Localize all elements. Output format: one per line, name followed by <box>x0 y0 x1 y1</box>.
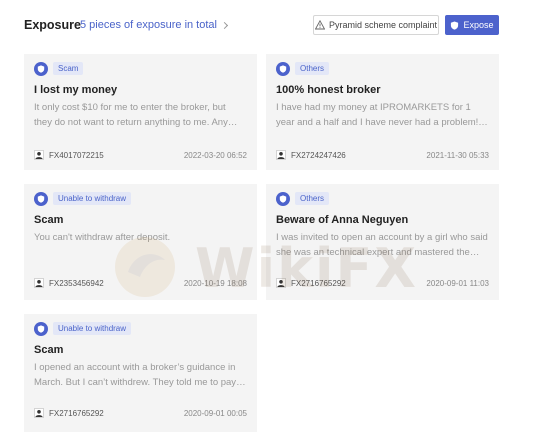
user-avatar-icon <box>34 150 44 160</box>
card-footer: FX2353456942 2020-10-19 18:08 <box>34 277 247 289</box>
user-avatar-icon <box>34 278 44 288</box>
username: FX2716765292 <box>291 278 346 288</box>
pyramid-complaint-button[interactable]: Pyramid scheme complaint <box>313 15 439 35</box>
user-avatar-icon <box>276 150 286 160</box>
exposure-card[interactable]: Unable to withdraw Scam I opened an acco… <box>24 314 257 432</box>
expose-button[interactable]: Expose <box>445 15 499 35</box>
username: FX2724247426 <box>291 150 346 160</box>
exposure-card[interactable]: Scam I lost my money It only cost $10 fo… <box>24 54 257 170</box>
card-body: It only cost $10 for me to enter the bro… <box>34 102 228 128</box>
shield-icon <box>451 20 459 30</box>
shield-icon <box>34 191 48 206</box>
card-body: I opened an account with a broker’s guid… <box>34 362 237 388</box>
username: FX2716765292 <box>49 408 104 418</box>
username: FX2353456942 <box>49 278 104 288</box>
post-date: 2021-11-30 05:33 <box>426 150 489 160</box>
exposure-card[interactable]: Others 100% honest broker I have had my … <box>266 54 499 170</box>
tag-label: Unable to withdraw <box>53 192 132 205</box>
card-footer: FX2716765292 2020-09-01 11:03 <box>276 277 489 289</box>
card-footer: FX2716765292 2020-09-01 00:05 <box>34 407 247 419</box>
card-footer: FX2724247426 2021-11-30 05:33 <box>276 149 489 161</box>
expose-label: Expose <box>463 20 494 30</box>
category-tag: Others <box>276 191 330 206</box>
tag-label: Others <box>295 192 330 205</box>
category-tag: Unable to withdraw <box>34 321 132 336</box>
exposure-card[interactable]: Others Beware of Anna Neguyen I was invi… <box>266 184 499 300</box>
category-tag: Scam <box>34 61 84 76</box>
shield-icon <box>276 61 290 76</box>
post-date: 2020-10-19 18:08 <box>183 278 247 288</box>
card-title: Beware of Anna Neguyen <box>276 214 409 226</box>
post-date: 2022-03-20 06:52 <box>183 150 247 160</box>
page-title: Exposure <box>24 18 81 32</box>
complaint-label: Pyramid scheme complaint <box>328 20 438 30</box>
card-title: Scam <box>34 214 64 226</box>
shield-icon <box>34 61 48 76</box>
exposure-header: Exposure 5 pieces of exposure in total P… <box>0 0 554 50</box>
exposure-count-link[interactable]: 5 pieces of exposure in total <box>80 19 229 31</box>
card-footer: FX4017072215 2022-03-20 06:52 <box>34 149 247 161</box>
card-title: I lost my money <box>34 84 118 96</box>
tag-label: Scam <box>53 62 84 75</box>
exposure-card[interactable]: Unable to withdraw Scam You can't withdr… <box>24 184 257 300</box>
card-title: 100% honest broker <box>276 84 381 96</box>
post-date: 2020-09-01 11:03 <box>426 278 489 288</box>
card-body: I was invited to open an account by a gi… <box>276 232 488 258</box>
tag-label: Unable to withdraw <box>53 322 132 335</box>
chevron-right-icon <box>220 21 229 30</box>
user-avatar-icon <box>276 278 286 288</box>
user-avatar-icon <box>34 408 44 418</box>
username: FX4017072215 <box>49 150 104 160</box>
card-title: Scam <box>34 344 64 356</box>
warning-icon <box>314 20 325 30</box>
category-tag: Others <box>276 61 330 76</box>
card-body: I have had my money at IPROMARKETS for 1… <box>276 102 479 128</box>
category-tag: Unable to withdraw <box>34 191 132 206</box>
post-date: 2020-09-01 00:05 <box>183 408 247 418</box>
shield-icon <box>34 321 48 336</box>
exposure-count-text: 5 pieces of exposure in total <box>80 19 217 31</box>
tag-label: Others <box>295 62 330 75</box>
card-body: You can't withdraw after deposit. <box>34 232 171 243</box>
shield-icon <box>276 191 290 206</box>
